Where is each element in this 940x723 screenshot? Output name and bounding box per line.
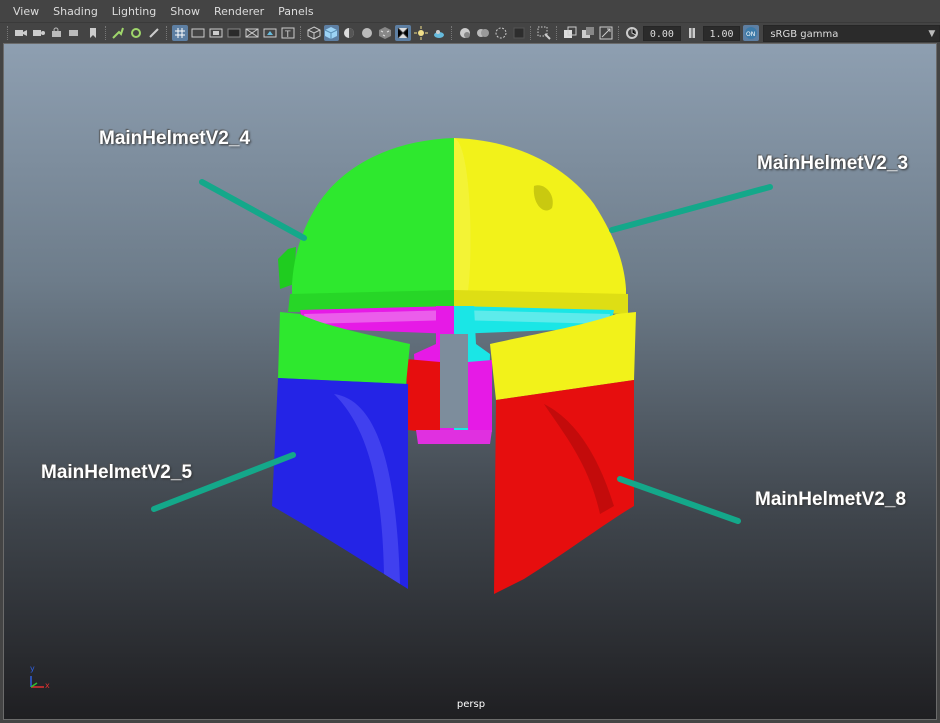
flat-lighting-icon[interactable] xyxy=(359,25,375,41)
field-chart-icon[interactable] xyxy=(244,25,260,41)
viewport-menubar: View Shading Lighting Show Renderer Pane… xyxy=(0,0,940,23)
label-helmet3: MainHelmetV2_3 xyxy=(757,153,909,174)
toggle-dark-icon[interactable] xyxy=(511,25,527,41)
viewport-toolbar: T 0.00 1.00 ON sRGB gamma ▼ xyxy=(0,23,940,43)
label-helmet8: MainHelmetV2_8 xyxy=(755,489,907,510)
3d-viewport[interactable]: MainHelmetV2_4 MainHelmetV2_3 MainHelmet… xyxy=(3,43,937,720)
textured-icon[interactable] xyxy=(377,25,393,41)
chevron-down-icon: ▼ xyxy=(928,28,936,39)
screen-space-ao-icon[interactable] xyxy=(431,25,447,41)
toolbar-separator xyxy=(166,26,168,40)
select-camera-icon[interactable] xyxy=(111,25,127,41)
wireframe-icon[interactable] xyxy=(306,25,322,41)
label-helmet4: MainHelmetV2_4 xyxy=(99,128,251,149)
xray-icon[interactable] xyxy=(562,25,578,41)
camera-lock-icon[interactable] xyxy=(49,25,65,41)
gate-mask-icon[interactable] xyxy=(226,25,242,41)
camera-attributes-icon[interactable] xyxy=(31,25,47,41)
resolution-gate-icon[interactable] xyxy=(208,25,224,41)
exposure-field[interactable]: 0.00 xyxy=(643,25,681,41)
tumble-icon[interactable] xyxy=(128,25,144,41)
camera-icon[interactable] xyxy=(13,25,29,41)
mesh-helmet-3-dome xyxy=(454,138,626,309)
exposure-icon[interactable] xyxy=(624,25,640,41)
color-space-dropdown[interactable]: sRGB gamma ▼ xyxy=(763,24,940,42)
camera-name: persp xyxy=(456,699,486,710)
menu-lighting[interactable]: Lighting xyxy=(105,0,163,23)
svg-text:T: T xyxy=(284,30,291,39)
color-space-value: sRGB gamma xyxy=(770,28,839,40)
shadows-icon[interactable] xyxy=(413,25,429,41)
default-lighting-icon[interactable] xyxy=(341,25,357,41)
axis-y-label: y xyxy=(30,664,35,673)
menu-show[interactable]: Show xyxy=(163,0,207,23)
toolbar-separator xyxy=(104,26,107,40)
toolbar-separator xyxy=(299,26,302,40)
visor-slot xyxy=(440,334,468,428)
toolbar-separator xyxy=(7,26,9,40)
menu-view[interactable]: View xyxy=(6,0,46,23)
toolbar-separator xyxy=(450,26,453,40)
safe-title-icon[interactable]: T xyxy=(280,25,296,41)
mesh-helmet-8 xyxy=(494,380,634,594)
multisample-aa-icon[interactable] xyxy=(475,25,491,41)
smooth-shade-icon[interactable] xyxy=(323,25,340,41)
depth-of-field-icon[interactable] xyxy=(493,25,509,41)
color-management-icon[interactable]: ON xyxy=(743,25,760,41)
xray-joints-icon[interactable] xyxy=(580,25,596,41)
film-gate-icon[interactable] xyxy=(190,25,206,41)
gamma-icon[interactable] xyxy=(684,25,700,41)
camera-attach-icon[interactable] xyxy=(67,25,83,41)
motion-blur-icon[interactable] xyxy=(457,25,473,41)
bookmark-icon[interactable] xyxy=(85,25,101,41)
toolbar-separator xyxy=(530,26,532,40)
axis-x-label: x xyxy=(45,681,50,690)
backface-culling-icon[interactable] xyxy=(598,25,614,41)
pointer-line-helmet3 xyxy=(609,184,773,233)
label-helmet5: MainHelmetV2_5 xyxy=(41,462,193,483)
pointer-line-helmet4 xyxy=(199,179,307,241)
safe-action-icon[interactable] xyxy=(262,25,278,41)
menu-renderer[interactable]: Renderer xyxy=(207,0,271,23)
menu-shading[interactable]: Shading xyxy=(46,0,105,23)
pointer-line-helmet8 xyxy=(617,476,741,524)
svg-text:ON: ON xyxy=(746,31,755,38)
gamma-field[interactable]: 1.00 xyxy=(702,25,741,41)
use-all-lights-icon[interactable] xyxy=(395,25,412,41)
isolate-select-icon[interactable] xyxy=(536,25,552,41)
mesh-helmet-4-dome xyxy=(292,138,454,309)
image-plane-icon[interactable] xyxy=(146,25,162,41)
toolbar-separator xyxy=(556,26,558,40)
grid-icon[interactable] xyxy=(172,25,189,41)
toolbar-separator xyxy=(618,26,620,40)
menu-panels[interactable]: Panels xyxy=(271,0,320,23)
